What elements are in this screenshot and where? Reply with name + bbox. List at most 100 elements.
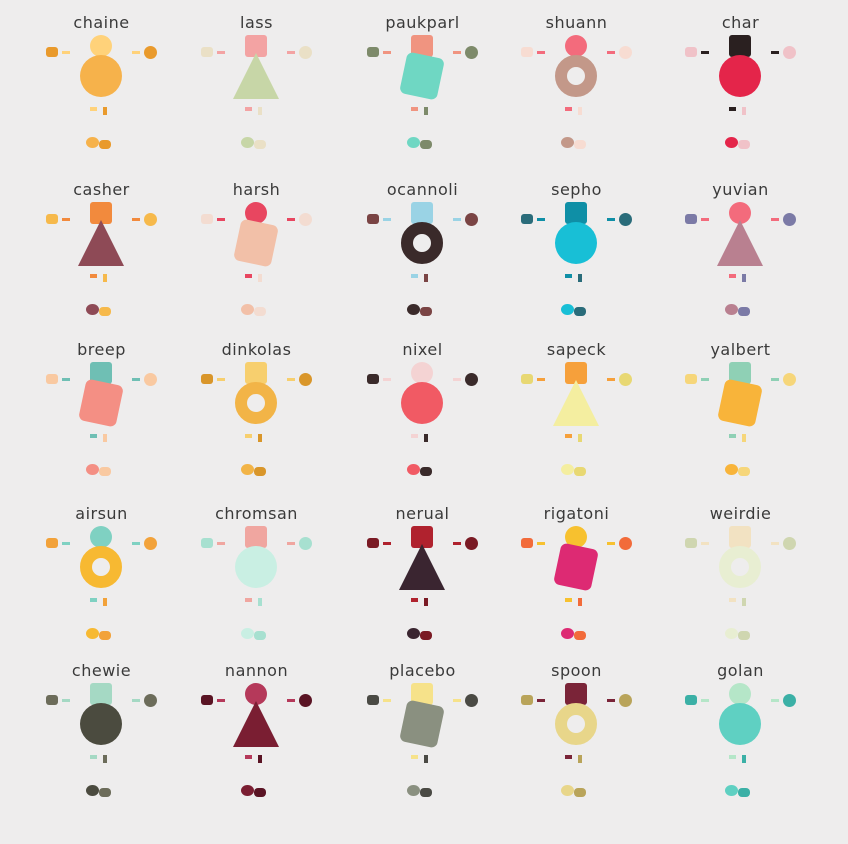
right-arm-shape: [132, 699, 140, 702]
character-card[interactable]: placebo: [341, 651, 504, 811]
right-arm-shape: [607, 218, 615, 221]
character-card[interactable]: dinkolas: [175, 330, 338, 490]
character-card[interactable]: shuann: [495, 3, 658, 163]
left-hand-shape: [521, 47, 533, 57]
character-card[interactable]: ocannoli: [341, 170, 504, 330]
character-card[interactable]: sepho: [495, 170, 658, 330]
character-card[interactable]: nixel: [341, 330, 504, 490]
character-grid: chaine lass paukparl shuann char casher harsh o…: [0, 0, 848, 844]
left-arm-shape: [383, 699, 391, 702]
character-figure: [341, 494, 504, 654]
character-card[interactable]: yuvian: [659, 170, 822, 330]
right-arm-shape: [287, 542, 295, 545]
left-hand-shape: [685, 538, 697, 548]
character-figure: [175, 3, 338, 163]
right-leg-shape: [424, 598, 428, 606]
body-shape: [717, 378, 763, 428]
left-arm-shape: [701, 699, 709, 702]
left-leg-shape: [411, 274, 418, 278]
left-arm-shape: [701, 542, 709, 545]
right-arm-shape: [287, 378, 295, 381]
left-leg-shape: [411, 598, 418, 602]
character-figure: [495, 651, 658, 811]
right-arm-shape: [132, 542, 140, 545]
left-arm-shape: [383, 378, 391, 381]
left-hand-shape: [367, 374, 379, 384]
character-card[interactable]: rigatoni: [495, 494, 658, 654]
left-hand-shape: [521, 695, 533, 705]
right-hand-shape: [619, 46, 632, 59]
character-card[interactable]: chewie: [20, 651, 183, 811]
body-shape: [235, 546, 277, 588]
character-card[interactable]: nerual: [341, 494, 504, 654]
left-leg-shape: [245, 274, 252, 278]
left-foot-shape: [407, 785, 420, 796]
left-arm-shape: [537, 218, 545, 221]
head-shape: [411, 362, 433, 384]
body-shape: [555, 222, 597, 264]
character-card[interactable]: golan: [659, 651, 822, 811]
right-arm-shape: [771, 218, 779, 221]
left-arm-shape: [62, 699, 70, 702]
right-foot-shape: [420, 788, 432, 797]
left-foot-shape: [407, 464, 420, 475]
right-arm-shape: [453, 378, 461, 381]
right-hand-shape: [465, 46, 478, 59]
character-card[interactable]: chromsan: [175, 494, 338, 654]
character-card[interactable]: yalbert: [659, 330, 822, 490]
head-shape: [729, 35, 751, 57]
left-foot-shape: [241, 137, 254, 148]
character-figure: [659, 170, 822, 330]
right-leg-shape: [578, 434, 582, 442]
left-leg-shape: [565, 274, 572, 278]
right-foot-shape: [738, 467, 750, 476]
right-hand-shape: [783, 694, 796, 707]
character-card[interactable]: paukparl: [341, 3, 504, 163]
left-arm-shape: [62, 378, 70, 381]
character-card[interactable]: spoon: [495, 651, 658, 811]
character-figure: [659, 651, 822, 811]
head-shape: [411, 202, 433, 224]
left-hand-shape: [367, 214, 379, 224]
left-leg-shape: [245, 755, 252, 759]
right-hand-shape: [619, 213, 632, 226]
left-leg-shape: [729, 755, 736, 759]
character-card[interactable]: casher: [20, 170, 183, 330]
left-hand-shape: [201, 538, 213, 548]
left-hand-shape: [201, 214, 213, 224]
right-hand-shape: [144, 537, 157, 550]
right-leg-shape: [424, 434, 428, 442]
left-foot-shape: [241, 304, 254, 315]
character-figure: [495, 3, 658, 163]
right-foot-shape: [420, 140, 432, 149]
left-leg-shape: [565, 434, 572, 438]
right-leg-shape: [258, 598, 262, 606]
character-card[interactable]: nannon: [175, 651, 338, 811]
right-arm-shape: [607, 51, 615, 54]
left-foot-shape: [407, 628, 420, 639]
character-card[interactable]: lass: [175, 3, 338, 163]
character-card[interactable]: sapeck: [495, 330, 658, 490]
right-foot-shape: [738, 631, 750, 640]
character-card[interactable]: weirdie: [659, 494, 822, 654]
right-hand-shape: [144, 46, 157, 59]
right-arm-shape: [287, 51, 295, 54]
right-foot-shape: [99, 788, 111, 797]
right-leg-shape: [742, 274, 746, 282]
body-shape: [555, 55, 597, 97]
left-foot-shape: [86, 304, 99, 315]
character-card[interactable]: char: [659, 3, 822, 163]
right-foot-shape: [99, 631, 111, 640]
character-card[interactable]: breep: [20, 330, 183, 490]
right-arm-shape: [453, 51, 461, 54]
character-card[interactable]: chaine: [20, 3, 183, 163]
character-card[interactable]: airsun: [20, 494, 183, 654]
left-leg-shape: [90, 598, 97, 602]
left-leg-shape: [90, 274, 97, 278]
right-foot-shape: [254, 631, 266, 640]
left-foot-shape: [725, 628, 738, 639]
left-leg-shape: [411, 434, 418, 438]
character-card[interactable]: harsh: [175, 170, 338, 330]
character-figure: [341, 330, 504, 490]
body-shape: [78, 378, 124, 428]
